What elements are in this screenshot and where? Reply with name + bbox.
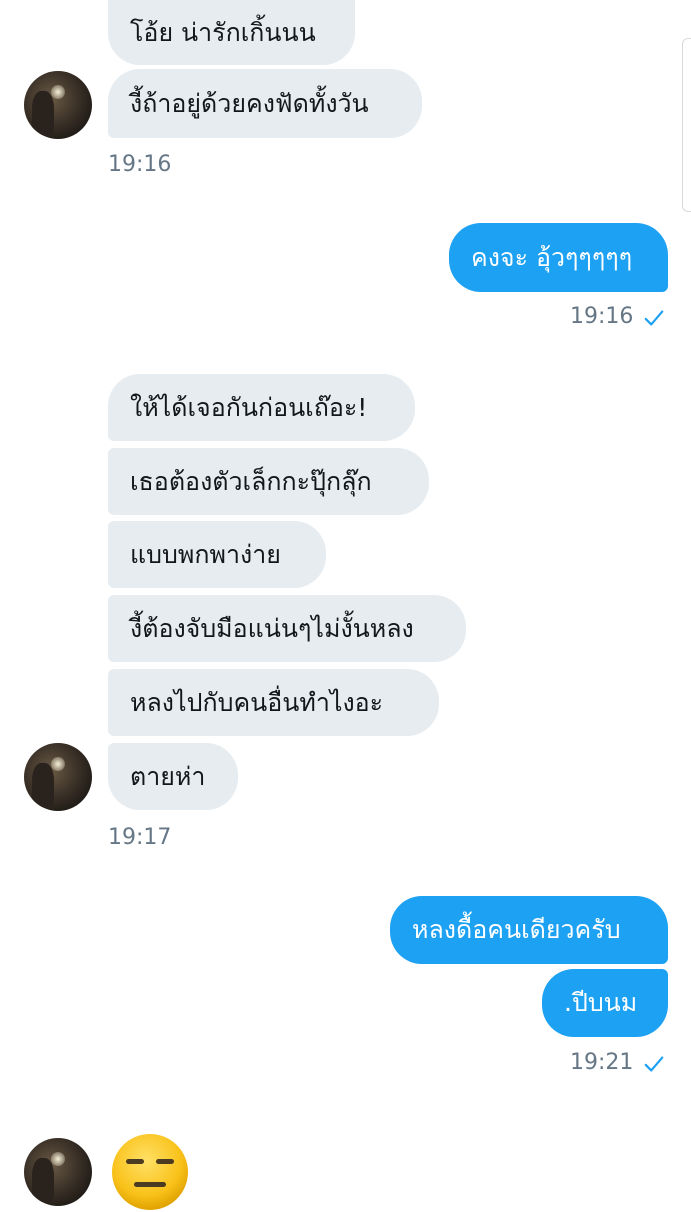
avatar[interactable] <box>24 1138 92 1206</box>
check-icon <box>644 310 664 326</box>
incoming-message[interactable]: หลงไปกับคนอื่นทำไงอะ <box>108 669 439 736</box>
incoming-message[interactable]: แบบพกพาง่าย <box>108 521 326 588</box>
avatar[interactable] <box>24 743 92 811</box>
outgoing-message[interactable]: หลงดื้อคนเดียวครับ <box>390 896 668 964</box>
outgoing-message[interactable]: .ปีบนม <box>542 969 668 1037</box>
message-text: หลงไปกับคนอื่นทำไงอะ <box>130 687 384 717</box>
message-timestamp: 19:16 <box>108 152 172 177</box>
avatar-figure <box>32 1158 54 1202</box>
message-timestamp: 19:16 <box>570 304 634 329</box>
message-text: ตายห่า <box>130 761 206 791</box>
incoming-message[interactable]: โอ้ย น่ารักเกิ้นนน <box>108 0 355 65</box>
message-text: หลงดื้อคนเดียวครับ <box>412 915 621 944</box>
incoming-message[interactable]: ให้ได้เจอกันก่อนเถ๊อะ! <box>108 374 415 441</box>
incoming-message[interactable]: งี้ถ้าอยู่ด้วยคงฟัดทั้งวัน <box>108 69 422 138</box>
incoming-message[interactable]: งี้ต้องจับมือแน่นๆไม่งั้นหลง <box>108 595 466 662</box>
scrollbar[interactable] <box>682 38 691 212</box>
avatar[interactable] <box>24 71 92 139</box>
expressionless-face-emoji[interactable] <box>110 1132 190 1212</box>
avatar-figure <box>32 91 54 135</box>
message-text: เธอต้องตัวเล็กกะปุ๊กลุ๊ก <box>130 466 372 496</box>
message-text: งี้ถ้าอยู่ด้วยคงฟัดทั้งวัน <box>130 88 369 118</box>
avatar-light <box>51 757 65 771</box>
message-text: แบบพกพาง่าย <box>130 539 281 569</box>
message-text: ให้ได้เจอกันก่อนเถ๊อะ! <box>130 392 368 422</box>
message-timestamp: 19:21 <box>570 1050 634 1075</box>
message-timestamp: 19:17 <box>108 825 172 850</box>
incoming-message[interactable]: เธอต้องตัวเล็กกะปุ๊กลุ๊ก <box>108 448 429 515</box>
message-text: งี้ต้องจับมือแน่นๆไม่งั้นหลง <box>130 613 414 643</box>
incoming-message[interactable]: ตายห่า <box>108 743 238 810</box>
avatar-light <box>51 85 65 99</box>
avatar-light <box>51 1152 65 1166</box>
message-text: โอ้ย น่ารักเกิ้นนน <box>130 17 316 47</box>
check-icon <box>644 1056 664 1072</box>
outgoing-message[interactable]: คงจะ อุ้วๆๆๆๆๆ <box>449 223 668 292</box>
message-text: .ปีบนม <box>564 988 638 1017</box>
avatar-figure <box>32 763 54 807</box>
message-text: คงจะ อุ้วๆๆๆๆๆ <box>471 242 633 272</box>
